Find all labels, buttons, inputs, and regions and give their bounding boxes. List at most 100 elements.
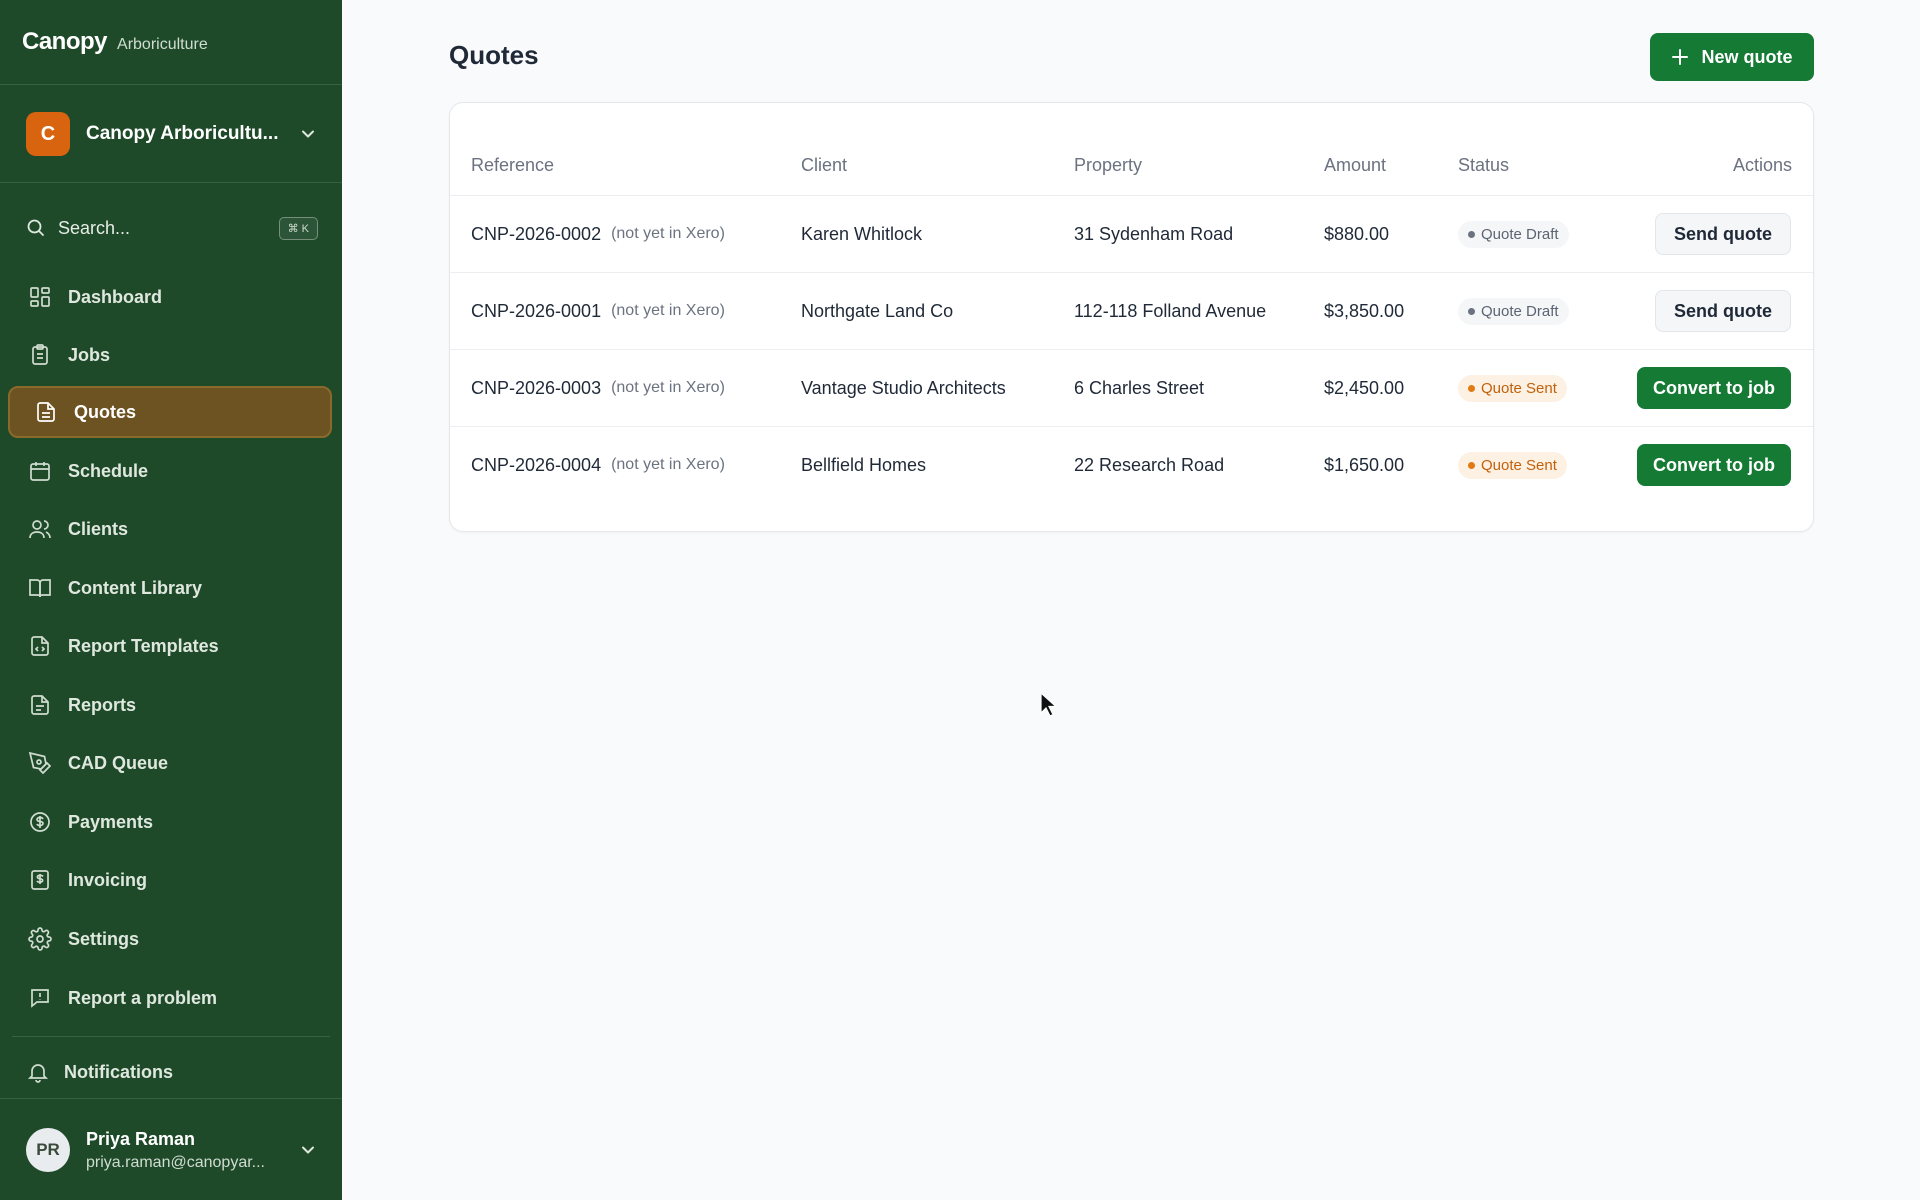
sidebar-item-schedule[interactable]: Schedule bbox=[8, 445, 332, 497]
gear-icon bbox=[28, 927, 52, 951]
divider bbox=[0, 182, 342, 183]
status-dot bbox=[1468, 307, 1475, 315]
send-quote-button[interactable]: Send quote bbox=[1655, 290, 1791, 332]
status-cell: Quote Sent bbox=[1458, 350, 1567, 426]
status-badge: Quote Sent bbox=[1458, 451, 1567, 479]
column-header-client[interactable]: Client bbox=[801, 155, 847, 176]
status-cell: Quote Draft bbox=[1458, 273, 1569, 349]
sidebar-item-reports[interactable]: Reports bbox=[8, 679, 332, 731]
sidebar-item-invoicing[interactable]: Invoicing bbox=[8, 854, 332, 906]
page-title: Quotes bbox=[449, 40, 539, 70]
mouse-cursor-icon bbox=[1040, 692, 1058, 717]
amount-cell: $2,450.00 bbox=[1324, 377, 1405, 398]
chevron-down-icon bbox=[302, 130, 314, 138]
sidebar-item-label: Reports bbox=[68, 694, 137, 715]
xero-sync-note: (not yet in Xero) bbox=[611, 379, 725, 396]
org-name: Canopy Arboricultu... bbox=[86, 123, 279, 144]
sidebar-item-settings[interactable]: Settings bbox=[8, 913, 332, 965]
column-header-property[interactable]: Property bbox=[1074, 155, 1142, 176]
sidebar-item-payments[interactable]: Payments bbox=[8, 796, 332, 848]
dollar-circle-icon bbox=[28, 810, 52, 834]
search-icon bbox=[27, 219, 44, 236]
alert-message-icon bbox=[28, 986, 52, 1010]
dashboard-icon bbox=[28, 285, 52, 309]
client-cell: Karen Whitlock bbox=[801, 223, 923, 244]
sidebar-item-label: Settings bbox=[68, 928, 140, 949]
amount-cell: $3,850.00 bbox=[1324, 300, 1405, 321]
sidebar-item-label: CAD Queue bbox=[68, 752, 169, 773]
quote-reference[interactable]: CNP-2026-0003 bbox=[471, 378, 601, 399]
status-dot bbox=[1468, 384, 1475, 392]
property-cell: 112-118 Folland Avenue bbox=[1074, 300, 1267, 321]
status-dot bbox=[1468, 230, 1475, 238]
org-switcher[interactable]: C Canopy Arboricultu... bbox=[26, 112, 318, 156]
calendar-icon bbox=[28, 459, 52, 483]
quote-reference[interactable]: CNP-2026-0002 bbox=[471, 224, 601, 245]
sidebar-item-content-library[interactable]: Content Library bbox=[8, 562, 332, 614]
status-label: Quote Sent bbox=[1481, 456, 1557, 474]
new-quote-button[interactable]: New quote bbox=[1650, 33, 1814, 81]
sidebar-item-label: Content Library bbox=[68, 577, 203, 598]
pen-tool-icon bbox=[28, 751, 52, 775]
client-cell: Bellfield Homes bbox=[801, 454, 927, 475]
xero-sync-note: (not yet in Xero) bbox=[611, 456, 725, 473]
divider bbox=[0, 84, 342, 85]
divider bbox=[0, 1098, 342, 1099]
sidebar-item-label: Dashboard bbox=[68, 286, 163, 307]
plus-icon bbox=[1672, 49, 1689, 65]
sidebar-item-report-templates[interactable]: Report Templates bbox=[8, 620, 332, 672]
table-row[interactable]: CNP-2026-0003 (not yet in Xero) Vantage … bbox=[450, 350, 1813, 426]
clipboard-icon bbox=[28, 343, 52, 367]
status-cell: Quote Sent bbox=[1458, 427, 1567, 503]
reference-cell: CNP-2026-0002 (not yet in Xero) bbox=[471, 196, 725, 272]
status-label: Quote Draft bbox=[1481, 302, 1559, 320]
notifications-button[interactable]: Notifications bbox=[26, 1056, 318, 1088]
new-quote-label: New quote bbox=[1701, 46, 1793, 67]
table-row[interactable]: CNP-2026-0001 (not yet in Xero) Northgat… bbox=[450, 273, 1813, 349]
convert-to-job-button[interactable]: Convert to job bbox=[1637, 367, 1791, 409]
user-menu[interactable]: PR Priya Raman priya.raman@canopyar... bbox=[26, 1126, 318, 1174]
sidebar-item-report-a-problem[interactable]: Report a problem bbox=[8, 972, 332, 1024]
sidebar-item-quotes[interactable]: Quotes bbox=[8, 386, 332, 438]
sidebar-item-cad-queue[interactable]: CAD Queue bbox=[8, 737, 332, 789]
column-header-status[interactable]: Status bbox=[1458, 155, 1509, 176]
sidebar-item-label: Report a problem bbox=[68, 987, 218, 1008]
send-quote-button[interactable]: Send quote bbox=[1655, 213, 1791, 255]
brand-name: Canopy bbox=[22, 28, 108, 55]
users-icon bbox=[28, 517, 52, 541]
status-cell: Quote Draft bbox=[1458, 196, 1569, 272]
property-cell: 31 Sydenham Road bbox=[1074, 223, 1234, 244]
sidebar-item-label: Quotes bbox=[74, 401, 137, 422]
sidebar-item-dashboard[interactable]: Dashboard bbox=[8, 271, 332, 323]
convert-to-job-button[interactable]: Convert to job bbox=[1637, 444, 1791, 486]
report-icon bbox=[28, 693, 52, 717]
notifications-label: Notifications bbox=[64, 1061, 174, 1082]
quote-reference[interactable]: CNP-2026-0001 bbox=[471, 301, 601, 322]
file-code-icon bbox=[28, 634, 52, 658]
quotes-table: Reference Client Property Amount Status … bbox=[449, 102, 1814, 532]
brand[interactable]: Canopy Arboriculture bbox=[22, 28, 208, 56]
chevron-down-icon bbox=[302, 1146, 314, 1154]
status-label: Quote Sent bbox=[1481, 379, 1557, 397]
search-bar[interactable]: Search... ⌘ K bbox=[26, 212, 318, 244]
column-header-reference[interactable]: Reference bbox=[471, 155, 554, 176]
sidebar-item-jobs[interactable]: Jobs bbox=[8, 329, 332, 381]
table-row[interactable]: CNP-2026-0004 (not yet in Xero) Bellfiel… bbox=[450, 427, 1813, 503]
search-input[interactable]: Search... bbox=[58, 218, 279, 239]
status-badge: Quote Draft bbox=[1458, 297, 1569, 325]
xero-sync-note: (not yet in Xero) bbox=[611, 225, 725, 242]
client-cell: Vantage Studio Architects bbox=[801, 377, 1006, 398]
status-dot bbox=[1468, 461, 1475, 469]
sidebar-item-clients[interactable]: Clients bbox=[8, 503, 332, 555]
reference-cell: CNP-2026-0001 (not yet in Xero) bbox=[471, 273, 725, 349]
bell-icon bbox=[27, 1064, 49, 1083]
org-avatar: C bbox=[26, 112, 70, 156]
property-cell: 6 Charles Street bbox=[1074, 377, 1205, 398]
table-row[interactable]: CNP-2026-0002 (not yet in Xero) Karen Wh… bbox=[450, 196, 1813, 272]
user-email: priya.raman@canopyar... bbox=[86, 1153, 265, 1171]
avatar: PR bbox=[26, 1128, 70, 1172]
column-header-amount[interactable]: Amount bbox=[1324, 155, 1386, 176]
sidebar-item-label: Payments bbox=[68, 811, 154, 832]
sidebar: Canopy Arboriculture C Canopy Arboricult… bbox=[0, 0, 342, 1200]
quote-reference[interactable]: CNP-2026-0004 bbox=[471, 455, 601, 476]
